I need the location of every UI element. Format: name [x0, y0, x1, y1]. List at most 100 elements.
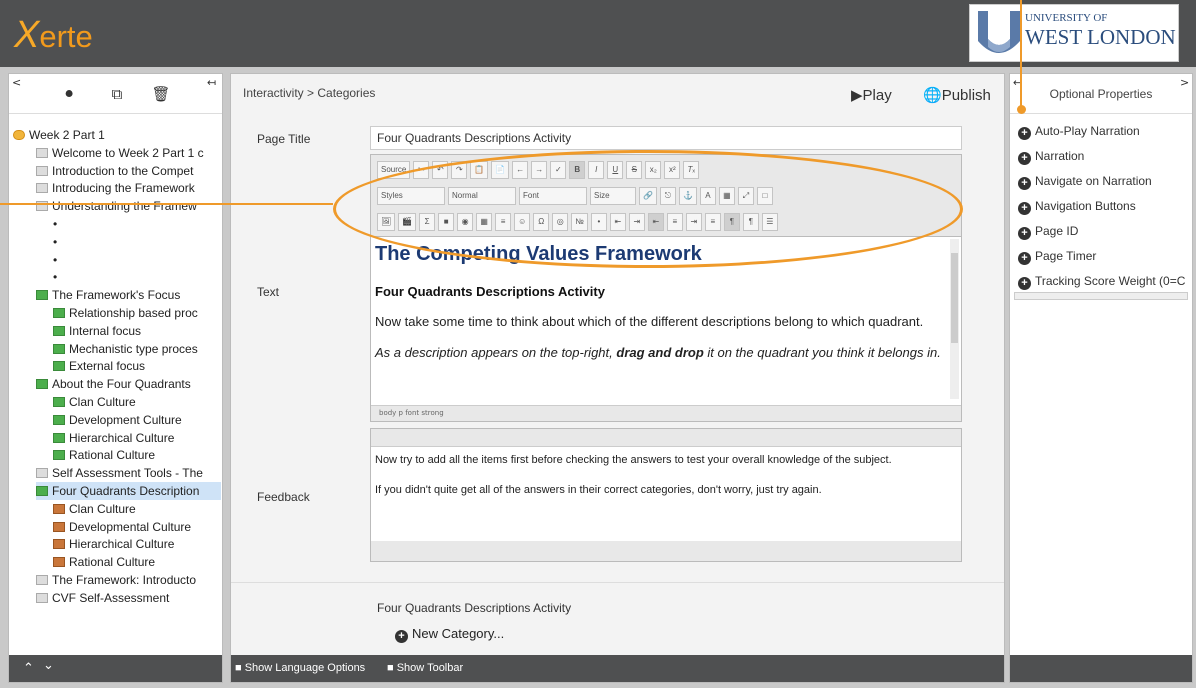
tree-node[interactable]: Internal focus [53, 322, 221, 340]
feedback-resize-bar [371, 541, 961, 561]
collapse-left-icon[interactable]: < [12, 76, 21, 89]
tree-node[interactable]: • [53, 233, 221, 251]
category-title: Four Quadrants Descriptions Activity [377, 601, 572, 615]
tree-node[interactable]: Understanding the Framew [36, 197, 221, 215]
green-icon [53, 361, 65, 372]
page-icon [36, 183, 48, 194]
tree-node[interactable]: Four Quadrants Description [36, 482, 221, 500]
plus-icon: + [1018, 252, 1031, 265]
publish-button[interactable]: 🌐Publish [923, 86, 991, 104]
app-header: Xerte UNIVERSITY OF WEST LONDON [0, 0, 1196, 67]
plus-icon: + [1018, 227, 1031, 240]
tree-node[interactable]: Mechanistic type proces [53, 340, 221, 358]
text-label: Text [257, 285, 280, 299]
tree-node[interactable]: Introducing the Framework [36, 179, 221, 197]
show-toolbar-checkbox[interactable]: ■ Show Toolbar [387, 662, 463, 674]
play-button[interactable]: ▶Play [851, 86, 892, 104]
page-icon [36, 147, 48, 158]
tree-node[interactable]: Rational Culture [53, 553, 221, 571]
plus-icon: + [1018, 152, 1031, 165]
content-paragraph: Now take some time to think about which … [375, 314, 924, 329]
puzzle-icon [53, 521, 65, 532]
tree-node[interactable]: The Framework: Introducto [36, 571, 221, 589]
page-icon [36, 592, 48, 603]
plus-icon: + [1018, 277, 1031, 290]
green-icon [36, 290, 48, 301]
optional-property-item[interactable]: + Narration [1018, 149, 1084, 165]
element-path: body p font strong [371, 405, 961, 421]
puzzle-icon [53, 503, 65, 514]
green-icon [36, 486, 48, 496]
add-page-button[interactable]: ⚫ [59, 84, 79, 104]
optional-property-item[interactable]: + Auto-Play Narration [1018, 124, 1140, 140]
move-down-icon[interactable]: ⌄ [43, 657, 54, 673]
green-icon [53, 450, 65, 461]
optional-property-item[interactable]: + Tracking Score Weight (0=C [1018, 274, 1185, 290]
tree-bottom-bar: ⌃ ⌄ [9, 655, 222, 682]
green-icon [53, 414, 65, 425]
callout-line-right [1020, 0, 1022, 110]
tree-node[interactable]: • [53, 215, 221, 233]
tree-node[interactable]: Developmental Culture [53, 518, 221, 536]
pin-icon[interactable]: ↤ [207, 76, 216, 89]
green-icon [53, 397, 65, 407]
tree-node[interactable]: Hierarchical Culture [53, 429, 221, 447]
plus-icon: + [395, 630, 408, 643]
green-icon [53, 308, 65, 318]
play-icon: ▶ [851, 87, 863, 104]
university-logo: UNIVERSITY OF WEST LONDON [969, 4, 1179, 62]
plus-icon: + [1018, 202, 1031, 215]
properties-hscrollbar[interactable] [1014, 292, 1188, 300]
show-language-options-checkbox[interactable]: ■ Show Language Options [235, 662, 365, 674]
toolbar-highlight-ring [333, 150, 963, 268]
page-title-label: Page Title [257, 132, 311, 146]
optional-property-item[interactable]: + Page Timer [1018, 249, 1096, 265]
duplicate-page-button[interactable]: ⧉ [107, 84, 127, 104]
tree-node[interactable]: Development Culture [53, 411, 221, 429]
properties-bottom-bar [1010, 655, 1192, 682]
feedback-content[interactable]: Now try to add all the items first befor… [371, 447, 961, 504]
move-up-icon[interactable]: ⌃ [23, 660, 34, 676]
optional-property-item[interactable]: + Navigate on Narration [1018, 174, 1152, 190]
tree-node[interactable]: • [53, 251, 221, 269]
tree-toolbar: < ↤ ⚫ ⧉ 🗑 [9, 74, 222, 114]
tree-node[interactable]: Self Assessment Tools - The [36, 464, 221, 482]
tree-node[interactable]: Welcome to Week 2 Part 1 c [36, 144, 221, 162]
tree-node[interactable]: External focus [53, 357, 221, 375]
puzzle-icon [53, 539, 65, 550]
delete-page-button[interactable]: 🗑 [151, 84, 171, 104]
callout-dot [1017, 105, 1026, 114]
tree-node[interactable]: Relationship based proc [53, 304, 221, 322]
plus-icon: + [1018, 127, 1031, 140]
folder-icon [13, 130, 25, 140]
plus-icon: + [1018, 177, 1031, 190]
tree-node[interactable]: Clan Culture [53, 500, 221, 518]
green-icon [53, 432, 65, 443]
globe-icon: 🌐 [923, 87, 942, 104]
structure-panel: < ↤ ⚫ ⧉ 🗑 Week 2 Part 1 Welcome to Week 2… [8, 73, 223, 683]
tree-node[interactable]: Week 2 Part 1 [13, 126, 221, 144]
editor-scrollbar[interactable] [950, 239, 959, 399]
content-instruction: As a description appears on the top-righ… [375, 345, 941, 360]
tree-node[interactable]: Introduction to the Compet [36, 162, 221, 180]
tree-node[interactable]: CVF Self-Assessment [36, 589, 221, 607]
optional-properties-title: Optional Properties [1010, 74, 1192, 114]
green-icon [53, 325, 65, 336]
puzzle-icon [53, 557, 65, 568]
tree-node[interactable]: • [53, 268, 221, 286]
tree-node[interactable]: About the Four Quadrants [36, 375, 221, 393]
optional-property-item[interactable]: + Navigation Buttons [1018, 199, 1136, 215]
callout-line-left [0, 203, 333, 205]
tree-node[interactable]: Hierarchical Culture [53, 535, 221, 553]
green-icon [53, 343, 65, 354]
tree-node[interactable]: Clan Culture [53, 393, 221, 411]
collapse-right-icon[interactable]: > [1180, 76, 1189, 89]
tree-node[interactable]: The Framework's Focus [36, 286, 221, 304]
optional-property-item[interactable]: + Page ID [1018, 224, 1078, 240]
page-title-input[interactable]: Four Quadrants Descriptions Activity [370, 126, 962, 150]
breadcrumb: Interactivity > Categories [243, 86, 376, 100]
feedback-editor[interactable]: Now try to add all the items first befor… [370, 428, 962, 562]
editor-bottom-bar: ■ Show Language Options ■ Show Toolbar [231, 655, 1004, 682]
new-category-button[interactable]: + New Category... [395, 626, 504, 643]
tree-node[interactable]: Rational Culture [53, 446, 221, 464]
